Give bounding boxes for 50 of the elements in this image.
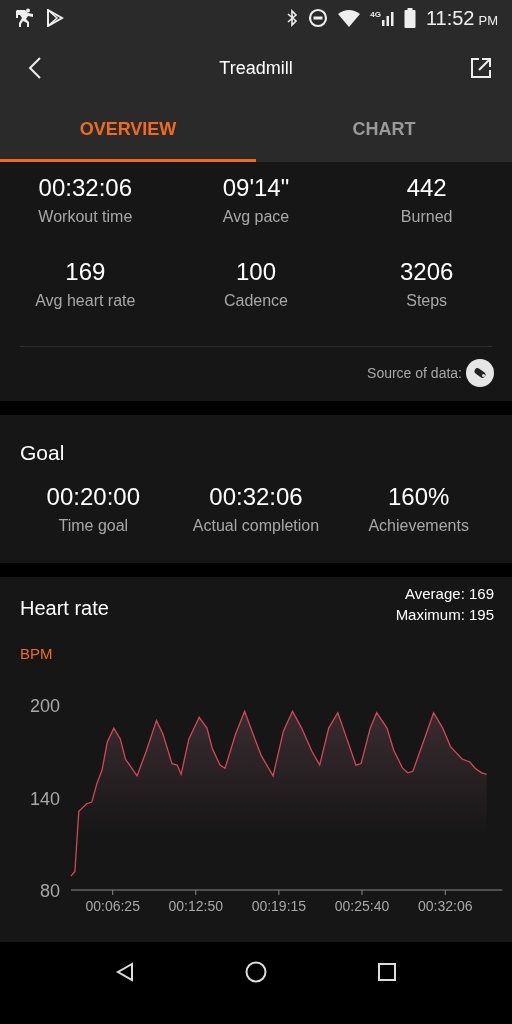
x-tick-label: 00:25:40: [334, 898, 390, 914]
bluetooth-icon: [286, 9, 299, 27]
stat-value: 100: [235, 258, 276, 286]
y-tick-label: 140: [29, 788, 60, 809]
x-tick-label: 00:19:15: [251, 898, 307, 914]
wifi-icon: [338, 9, 361, 27]
share-icon[interactable]: [470, 57, 492, 79]
goal-value: 00:32:06: [209, 483, 303, 511]
goal-value: 00:20:00: [46, 483, 141, 511]
runner-icon: [14, 8, 36, 28]
home-icon[interactable]: [245, 960, 267, 983]
goal-label: Actual completion: [192, 517, 320, 535]
x-tick-label: 00:32:06: [418, 898, 473, 914]
section-title: Heart rate: [20, 597, 109, 621]
stat-label: Workout time: [38, 208, 133, 226]
back-icon[interactable]: [28, 56, 42, 80]
device-icon[interactable]: [466, 359, 494, 387]
axis-unit: BPM: [19, 644, 54, 662]
maximum-value: Maximum: 195: [395, 606, 494, 623]
y-tick-label: 200: [29, 696, 60, 716]
stat-value: 09'14": [222, 174, 290, 202]
y-tick-label: 80: [39, 881, 60, 901]
goal-label: Time goal: [58, 517, 129, 535]
page-title: Treadmill: [218, 57, 294, 79]
battery-icon: [403, 8, 416, 28]
clock-period: PM: [478, 12, 498, 28]
stat-value: 00:32:06: [38, 174, 133, 202]
do-not-disturb-icon: [308, 8, 329, 28]
stat-label: Burned: [400, 208, 453, 226]
goal-value: 160%: [387, 483, 450, 511]
stat-value: 442: [406, 174, 447, 202]
recents-icon[interactable]: [377, 961, 397, 982]
goal-label: Achievements: [368, 517, 469, 535]
play-store-icon: [46, 9, 64, 27]
stat-label: Avg pace: [222, 208, 290, 226]
section-title: Goal: [19, 440, 66, 465]
signal-icon: [381, 10, 394, 26]
stat-label: Avg heart rate: [35, 292, 136, 310]
tab[interactable]: CHART: [256, 100, 512, 162]
stat-value: 169: [65, 258, 106, 286]
stat-value: 3206: [399, 258, 454, 286]
x-tick-label: 00:06:25: [85, 898, 140, 914]
x-tick-label: 00:12:50: [168, 898, 224, 914]
network-type: 4G: [370, 10, 381, 19]
average-value: Average: 169: [405, 585, 494, 602]
source-label: Source of data:: [367, 365, 462, 381]
stat-label: Steps: [406, 292, 448, 310]
stat-label: Cadence: [223, 292, 288, 310]
clock-time: 11:52: [425, 6, 475, 30]
back-icon[interactable]: [115, 961, 135, 982]
